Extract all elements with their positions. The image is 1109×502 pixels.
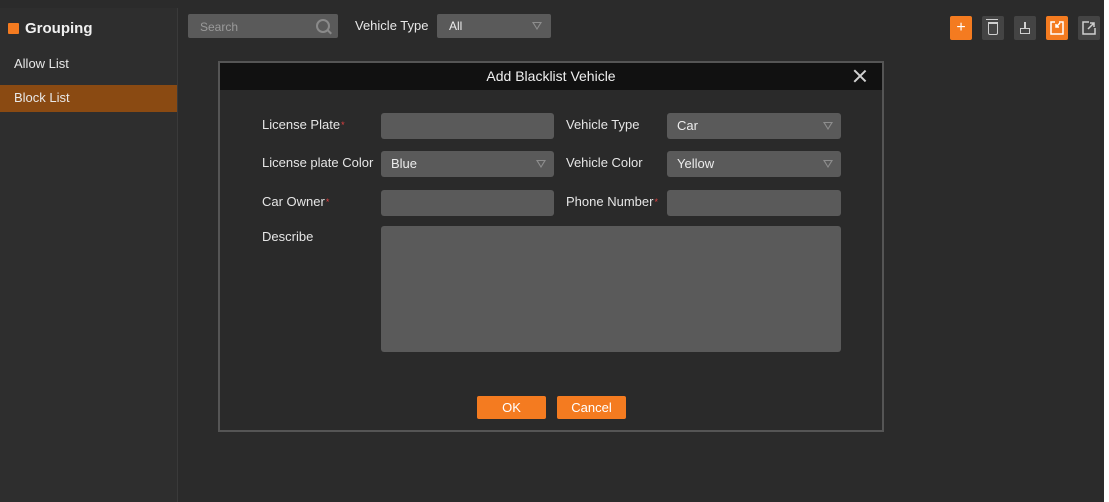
car-owner-label: Car Owner* <box>262 194 330 209</box>
add-icon: + <box>956 19 966 36</box>
grouping-title: Grouping <box>25 19 93 37</box>
vehicle-type-filter-select[interactable]: All <box>437 14 551 38</box>
license-plate-color-select[interactable]: Blue <box>381 151 554 177</box>
grouping-header: Grouping <box>8 15 93 41</box>
grouping-icon <box>8 22 19 34</box>
chevron-down-icon <box>823 160 833 168</box>
required-marker: * <box>325 197 330 207</box>
sidebar: Grouping Allow List Block List <box>0 8 178 502</box>
close-icon[interactable] <box>852 68 868 84</box>
chevron-down-icon <box>823 122 833 130</box>
chevron-down-icon <box>536 160 546 168</box>
license-plate-color-value: Blue <box>391 156 418 171</box>
license-plate-label: License Plate* <box>262 117 345 132</box>
phone-number-input[interactable] <box>667 190 841 216</box>
phone-number-field[interactable] <box>667 190 841 216</box>
dialog-header: Add Blacklist Vehicle <box>220 63 882 90</box>
delete-button[interactable] <box>982 16 1004 40</box>
license-plate-input[interactable] <box>381 113 554 139</box>
describe-label: Describe <box>262 229 314 244</box>
vehicle-color-label: Vehicle Color <box>566 155 643 170</box>
dialog-title: Add Blacklist Vehicle <box>486 68 616 84</box>
search-icon[interactable] <box>316 19 330 33</box>
license-plate-color-label: License plate Color <box>262 155 374 170</box>
phone-number-label: Phone Number* <box>566 194 658 209</box>
vehicle-list-app: Grouping Allow List Block List Vehicle T… <box>0 0 1104 502</box>
sidebar-item-block-list[interactable]: Block List <box>0 85 177 112</box>
export-icon <box>1082 21 1096 35</box>
export-button[interactable] <box>1078 16 1100 40</box>
search-box[interactable] <box>188 14 338 40</box>
describe-field[interactable] <box>381 226 841 352</box>
vehicle-type-select[interactable]: Car <box>667 113 841 139</box>
search-input[interactable] <box>188 14 322 40</box>
cancel-button[interactable]: Cancel <box>557 396 626 419</box>
clean-icon <box>1020 22 1030 34</box>
clear-button[interactable] <box>1014 16 1036 40</box>
car-owner-field[interactable] <box>381 190 554 216</box>
required-marker: * <box>654 197 658 207</box>
ok-button[interactable]: OK <box>477 396 546 419</box>
sidebar-item-allow-list[interactable]: Allow List <box>0 51 177 77</box>
add-button[interactable]: + <box>950 16 972 40</box>
import-button[interactable] <box>1046 16 1068 40</box>
vehicle-color-select[interactable]: Yellow <box>667 151 841 177</box>
trash-icon <box>986 18 998 35</box>
add-blacklist-vehicle-dialog: Add Blacklist Vehicle License Plate* Veh… <box>218 61 884 432</box>
vehicle-type-filter-label: Vehicle Type <box>355 18 429 33</box>
car-owner-input[interactable] <box>381 190 554 216</box>
vehicle-type-filter-value: All <box>449 19 463 33</box>
vehicle-type-label: Vehicle Type <box>566 117 640 132</box>
required-marker: * <box>341 120 345 130</box>
import-icon <box>1050 21 1064 35</box>
license-plate-field[interactable] <box>381 113 554 139</box>
chevron-down-icon <box>532 22 542 30</box>
describe-textarea[interactable] <box>381 226 841 352</box>
vehicle-color-value: Yellow <box>677 156 715 171</box>
vehicle-type-value: Car <box>677 118 698 133</box>
